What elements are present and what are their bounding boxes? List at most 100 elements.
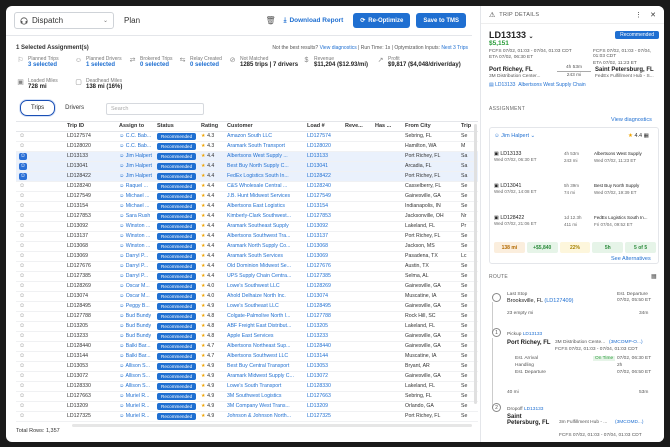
trip-id-cell[interactable]: LD13137 [64,231,116,242]
load-number-cell[interactable]: LD13041 [304,161,342,172]
customer-cell[interactable]: Amazon South LLC [224,131,304,142]
table-row[interactable]: ☺ LD127663 ☺ Muriel R... Recommended ★ 4.9 3M… [16,391,478,402]
assign-to-cell[interactable]: ☺ Jim Halpert [116,161,154,172]
assign-to-cell[interactable]: ☺ Darryl P... [116,261,154,272]
load-number-cell[interactable]: LD127788 [304,311,342,322]
trip-id-cell[interactable]: LD13233 [64,331,116,342]
customer-cell[interactable]: Johnson & Johnson North... [224,411,304,422]
horizontal-scrollbar[interactable] [72,424,472,427]
table-row[interactable]: ☺ LD13205 ☺ Bud Bundy Recommended ★ 4.8 ABF F… [16,321,478,332]
driver-icon[interactable]: ☺ [19,383,25,389]
table-row[interactable]: ☺ LD127676 ☺ Darryl P... Recommended ★ 4.4 Ol… [16,261,478,272]
table-row[interactable]: ☺ LD127549 ☺ Michael ... Recommended ★ 4.4 J.… [16,191,478,202]
assign-driver-icon[interactable]: ☺ [16,181,64,192]
customer-cell[interactable]: Albertsons Northeast Sup... [224,341,304,352]
see-alternatives-link[interactable]: See Alternatives [611,256,651,262]
assigned-load[interactable]: ▣ LD13133 Wed 07/02, 06:30 ET 4h 53m 243… [494,151,656,163]
assign-driver-icon[interactable]: ☺ [16,141,64,152]
driver-icon[interactable]: ☺ [19,203,25,209]
assign-to-cell[interactable]: ☺ Muriel R... [116,401,154,412]
driver-icon[interactable]: ☺ [19,353,25,359]
assign-to-cell[interactable]: ☺ Balki Bar... [116,341,154,352]
assign-driver-icon[interactable]: ☺ [16,381,64,392]
trip-id-cell[interactable]: LD127663 [64,391,116,402]
customer-cell[interactable]: Colgate-Palmolive North I... [224,311,304,322]
assign-driver-icon[interactable]: ☺ [16,171,64,182]
table-row[interactable]: ☺ LD13133 ☺ Jim Halpert Recommended ★ 4.4 Alb… [16,151,478,162]
assign-to-cell[interactable]: ☺ Jim Halpert [116,171,154,182]
more-icon[interactable]: ⋮ [635,11,642,19]
customer-cell[interactable]: J.B. Hunt Midwest Services [224,191,304,202]
trip-id-cell[interactable]: LD13092 [64,221,116,232]
column-header[interactable]: From City [402,122,458,132]
table-row[interactable]: ☺ LD127574 ☺ C.C. Bab... Recommended ★ 4.3 Am… [16,131,478,142]
driver-icon[interactable]: ☺ [19,213,25,219]
driver-icon[interactable]: ☺ [19,313,25,319]
trip-id-cell[interactable]: LD13209 [64,401,116,412]
table-row[interactable]: ☺ LD13209 ☺ Muriel R... Recommended ★ 4.9 3M … [16,401,478,412]
vertical-scrollbar[interactable] [474,124,477,404]
column-header[interactable]: Reve... [342,122,372,132]
column-header[interactable] [16,122,64,132]
customer-cell[interactable]: C&S Wholesale Central ... [224,181,304,192]
table-row[interactable]: ☺ LD128440 ☺ Balki Bar... Recommended ★ 4.7 A… [16,341,478,352]
assign-to-cell[interactable]: ☺ Peggy B... [116,301,154,312]
column-header[interactable]: Has ... [372,122,402,132]
driver-icon[interactable]: ☺ [19,373,25,379]
trip-id-cell[interactable]: LD13144 [64,351,116,362]
assign-to-cell[interactable]: ☺ Winston ... [116,231,154,242]
customer-cell[interactable]: Albertsons East Logistics [224,201,304,212]
customer-cell[interactable]: Best Buy North Supply C... [224,161,304,172]
customer-cell[interactable]: Lowe's Southeast LLC [224,301,304,312]
assigned-load[interactable]: ▣ LD128422 Wed 07/02, 21:06 ET 1d 12.3h … [494,215,656,227]
table-row[interactable]: ☺ LD13137 ☺ Winston ... Recommended ★ 4.4 Alb… [16,231,478,242]
load-number-cell[interactable]: LD127325 [304,411,342,422]
driver-icon[interactable]: ☺ [19,183,25,189]
customer-cell[interactable]: Aramark South Transport [224,141,304,152]
load-number-cell[interactable]: LD128330 [304,381,342,392]
driver-icon[interactable]: ☺ [19,133,25,139]
trip-id-cell[interactable]: LD128330 [64,381,116,392]
trip-id-cell[interactable]: LD13074 [64,291,116,302]
trip-id-cell[interactable]: LD13069 [64,251,116,262]
driver-icon[interactable]: ☺ [19,343,25,349]
assign-driver-icon[interactable]: ☺ [16,351,64,362]
trip-id-cell[interactable]: LD128495 [64,301,116,312]
customer-cell[interactable]: Albertsons Southwest Tra... [224,231,304,242]
close-icon[interactable]: ✕ [650,11,656,19]
assign-driver-icon[interactable]: ☺ [16,311,64,322]
driver-name[interactable]: ☺ Jim Halpert ⌄ [494,133,535,139]
trip-id-cell[interactable]: LD128440 [64,341,116,352]
table-row[interactable]: ☺ LD13053 ☺ Allison S... Recommended ★ 4.9 Be… [16,361,478,372]
assign-driver-icon[interactable]: ☺ [16,221,64,232]
customer-cell[interactable]: Albertsons Southwest LLC [224,351,304,362]
driver-icon[interactable]: ☺ [19,162,27,170]
driver-icon[interactable]: ☺ [19,152,27,160]
driver-icon[interactable]: ☺ [19,363,25,369]
table-row[interactable]: ☺ LD128422 ☺ Jim Halpert Recommended ★ 4.4 Fe… [16,171,478,182]
assign-to-cell[interactable]: ☺ Bud Bundy [116,331,154,342]
driver-icon[interactable]: ☺ [19,303,25,309]
assign-to-cell[interactable]: ☺ Bud Bundy [116,311,154,322]
customer-cell[interactable]: Aramark North Supply Co... [224,241,304,252]
load-number-cell[interactable]: LD13074 [304,291,342,302]
customer-cell[interactable]: 3M Southwest Logistics [224,391,304,402]
customer-cell[interactable]: Apple East Services [224,331,304,342]
customer-cell[interactable]: ABF Freight East Distribut... [224,321,304,332]
assign-driver-icon[interactable]: ☺ [16,371,64,382]
table-row[interactable]: ☺ LD128269 ☺ Oscar M... Recommended ★ 4.0 Low… [16,281,478,292]
assign-to-cell[interactable]: ☺ Darryl P... [116,271,154,282]
driver-icon[interactable]: ☺ [19,243,25,249]
trip-link[interactable]: ▤ LD13133 Albertsons West Supply Chain [489,82,586,88]
assign-driver-icon[interactable]: ☺ [16,411,64,422]
assign-driver-icon[interactable]: ☺ [16,251,64,262]
table-row[interactable]: ☺ LD127385 ☺ Darryl P... Recommended ★ 4.4 UP… [16,271,478,282]
trip-id-cell[interactable]: LD13072 [64,371,116,382]
trip-id-cell[interactable]: LD127788 [64,311,116,322]
search-input[interactable]: Search [106,103,204,115]
trip-id-cell[interactable]: LD13053 [64,361,116,372]
customer-cell[interactable]: FedEx Logistics South In... [224,171,304,182]
assign-to-cell[interactable]: ☺ Raquel ... [116,181,154,192]
customer-cell[interactable]: Albertsons West Supply ... [224,151,304,162]
customer-cell[interactable]: Aramark South Services [224,251,304,262]
